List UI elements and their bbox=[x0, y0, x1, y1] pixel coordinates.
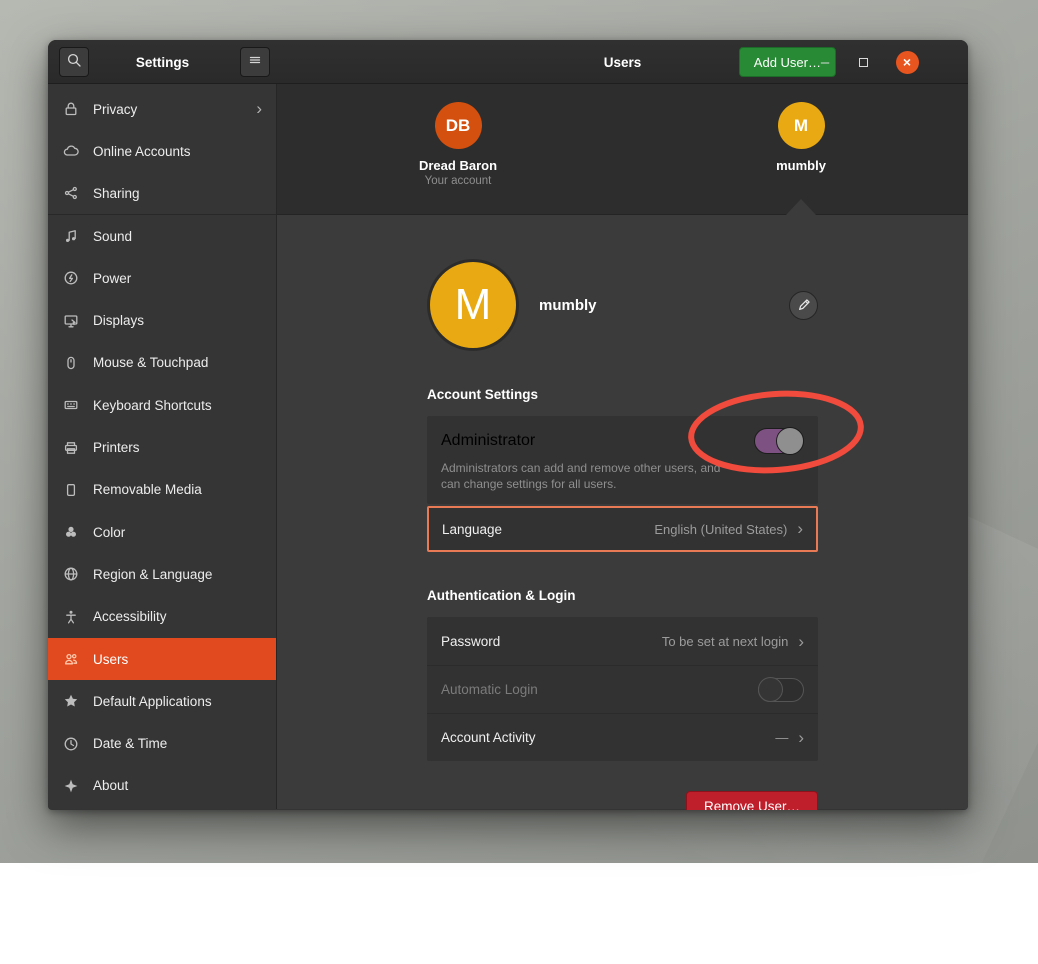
toggle-knob bbox=[776, 427, 804, 455]
profile-header: M mumbly bbox=[427, 259, 818, 351]
keyboard-icon bbox=[63, 397, 79, 413]
display-icon bbox=[63, 313, 79, 329]
menu-button[interactable] bbox=[240, 47, 270, 77]
sidebar-item-region-language[interactable]: Region & Language bbox=[48, 553, 276, 595]
sidebar-item-color[interactable]: Color bbox=[48, 511, 276, 553]
user-carousel: DB Dread Baron Your account M mumbly bbox=[277, 84, 968, 215]
password-label: Password bbox=[441, 634, 500, 649]
minimize-icon: – bbox=[821, 54, 829, 71]
sidebar-item-sharing[interactable]: Sharing bbox=[48, 173, 276, 215]
chevron-right-icon bbox=[798, 729, 804, 746]
language-label: Language bbox=[442, 522, 502, 537]
globe-icon bbox=[63, 566, 79, 582]
users-icon bbox=[63, 651, 79, 667]
settings-window: Settings Users Add User… – × Privacy › bbox=[48, 40, 968, 810]
account-settings-card: Administrator Administrators can add and… bbox=[427, 416, 818, 504]
account-activity-label: Account Activity bbox=[441, 730, 536, 745]
sidebar-item-default-applications[interactable]: Default Applications bbox=[48, 680, 276, 722]
close-button[interactable]: × bbox=[892, 40, 922, 84]
sparkle-icon bbox=[63, 778, 79, 794]
lock-icon bbox=[63, 101, 79, 117]
desktop: Settings Users Add User… – × Privacy › bbox=[0, 0, 1038, 863]
administrator-row[interactable]: Administrator Administrators can add and… bbox=[427, 416, 818, 504]
minimize-button[interactable]: – bbox=[810, 40, 840, 84]
clock-icon bbox=[63, 736, 79, 752]
chevron-right-icon bbox=[798, 633, 804, 650]
sidebar-item-removable-media[interactable]: Removable Media bbox=[48, 469, 276, 511]
profile-name: mumbly bbox=[539, 297, 597, 314]
sidebar-item-online-accounts[interactable]: Online Accounts bbox=[48, 130, 276, 172]
toggle-knob bbox=[758, 677, 783, 702]
cloud-icon bbox=[63, 143, 79, 159]
chevron-right-icon: › bbox=[256, 99, 262, 119]
sidebar-item-date-time[interactable]: Date & Time bbox=[48, 722, 276, 764]
avatar: M bbox=[778, 102, 825, 149]
hamburger-menu-icon bbox=[247, 52, 263, 73]
administrator-description: Administrators can add and remove other … bbox=[441, 461, 751, 492]
automatic-login-toggle[interactable] bbox=[758, 678, 804, 702]
password-row[interactable]: Password To be set at next login bbox=[427, 617, 818, 665]
language-value: English (United States) bbox=[654, 522, 787, 537]
pencil-icon bbox=[797, 298, 811, 312]
star-icon bbox=[63, 693, 79, 709]
close-icon: × bbox=[896, 51, 919, 74]
sidebar: Privacy › Online Accounts Sharing Sound bbox=[48, 84, 277, 809]
sidebar-item-displays[interactable]: Displays bbox=[48, 299, 276, 341]
chevron-right-icon bbox=[797, 519, 803, 539]
account-activity-row[interactable]: Account Activity — bbox=[427, 713, 818, 761]
sidebar-item-privacy[interactable]: Privacy › bbox=[48, 88, 276, 130]
administrator-toggle[interactable] bbox=[754, 428, 804, 454]
mouse-icon bbox=[63, 355, 79, 371]
sidebar-item-accessibility[interactable]: Accessibility bbox=[48, 596, 276, 638]
administrator-label: Administrator bbox=[441, 432, 535, 450]
language-row[interactable]: Language English (United States) bbox=[427, 506, 818, 552]
section-heading-authentication: Authentication & Login bbox=[427, 588, 818, 603]
sidebar-item-sound[interactable]: Sound bbox=[48, 215, 276, 257]
sidebar-item-about[interactable]: About bbox=[48, 765, 276, 807]
selected-user-pointer bbox=[786, 199, 816, 215]
authentication-card: Password To be set at next login Automat… bbox=[427, 617, 818, 761]
automatic-login-row: Automatic Login bbox=[427, 665, 818, 713]
printer-icon bbox=[63, 440, 79, 456]
edit-name-button[interactable] bbox=[789, 291, 818, 320]
users-panel: DB Dread Baron Your account M mumbly M bbox=[277, 84, 968, 809]
sidebar-item-users[interactable]: Users bbox=[48, 638, 276, 680]
user-card-dread-baron[interactable]: DB Dread Baron Your account bbox=[388, 102, 528, 187]
power-icon bbox=[63, 270, 79, 286]
removable-media-icon bbox=[63, 482, 79, 498]
share-icon bbox=[63, 185, 79, 201]
remove-user-button[interactable]: Remove User… bbox=[686, 791, 818, 810]
account-activity-value: — bbox=[775, 730, 788, 745]
avatar: DB bbox=[435, 102, 482, 149]
password-value: To be set at next login bbox=[662, 634, 788, 649]
maximize-button[interactable] bbox=[848, 40, 878, 84]
music-note-icon bbox=[63, 228, 79, 244]
automatic-login-label: Automatic Login bbox=[441, 682, 538, 697]
user-card-mumbly[interactable]: M mumbly bbox=[731, 102, 871, 173]
sidebar-item-printers[interactable]: Printers bbox=[48, 426, 276, 468]
sidebar-item-mouse-touchpad[interactable]: Mouse & Touchpad bbox=[48, 342, 276, 384]
user-detail-panel: M mumbly Account Settings Administrator bbox=[277, 215, 968, 810]
accessibility-icon bbox=[63, 609, 79, 625]
sidebar-item-power[interactable]: Power bbox=[48, 257, 276, 299]
maximize-icon bbox=[859, 58, 868, 67]
sidebar-item-keyboard-shortcuts[interactable]: Keyboard Shortcuts bbox=[48, 384, 276, 426]
avatar: M bbox=[427, 259, 519, 351]
titlebar: Settings Users Add User… – × bbox=[48, 40, 968, 84]
section-heading-account-settings: Account Settings bbox=[427, 387, 818, 402]
color-icon bbox=[63, 524, 79, 540]
